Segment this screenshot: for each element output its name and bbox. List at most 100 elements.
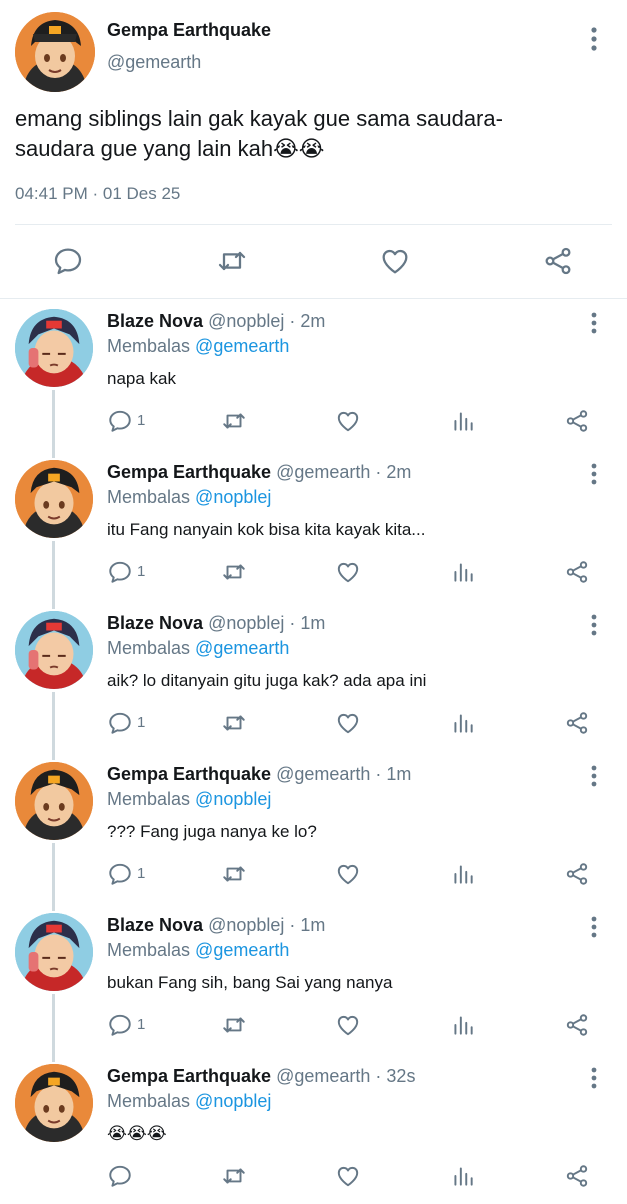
share-icon[interactable] [564,408,590,434]
reply-header: Gempa Earthquake @gemearth · 32s [107,1066,415,1087]
more-options-icon[interactable] [586,613,602,637]
reply-text: aik? lo ditanyain gitu juga kak? ada apa… [107,671,427,690]
reply-tweet[interactable]: Blaze Nova @nopblej · 1m Membalas @gemea… [0,903,627,1053]
retweet-icon[interactable] [221,861,247,887]
replying-mention[interactable]: @nopblej [195,1091,271,1111]
analytics-icon[interactable] [450,559,476,585]
reply-time[interactable]: · 2m [375,462,411,482]
like-icon[interactable] [335,1012,361,1038]
reply-text: bukan Fang sih, bang Sai yang nanya [107,973,393,992]
retweet-icon[interactable] [216,245,248,277]
replying-mention[interactable]: @nopblej [195,789,271,809]
replying-mention[interactable]: @gemearth [195,336,289,356]
comment-icon[interactable] [107,710,133,736]
reply-author-name[interactable]: Gempa Earthquake [107,764,271,784]
like-icon[interactable] [335,861,361,887]
comment-icon[interactable] [107,559,133,585]
share-icon[interactable] [564,1163,590,1189]
retweet-icon[interactable] [221,710,247,736]
avatar[interactable] [15,1064,93,1142]
avatar[interactable] [15,12,95,92]
reply-header: Gempa Earthquake @gemearth · 1m [107,764,411,785]
reply-author-name[interactable]: Blaze Nova [107,613,203,633]
like-icon[interactable] [335,710,361,736]
comment-icon[interactable] [107,1163,133,1189]
analytics-icon[interactable] [450,408,476,434]
replying-to: Membalas @gemearth [107,638,289,659]
replying-label: Membalas [107,1091,191,1111]
analytics-icon[interactable] [450,861,476,887]
replying-mention[interactable]: @gemearth [195,940,289,960]
comment-icon[interactable] [107,408,133,434]
replying-to: Membalas @gemearth [107,336,289,357]
reply-count: 1 [137,1016,146,1033]
reply-tweet[interactable]: Gempa Earthquake @gemearth · 2m Membalas… [0,450,627,600]
divider [15,224,612,225]
reply-author-handle[interactable]: @gemearth [276,1066,370,1086]
reply-time[interactable]: · 2m [289,311,325,331]
reply-author-name[interactable]: Gempa Earthquake [107,462,271,482]
reply-count: 1 [137,865,146,882]
share-icon[interactable] [542,245,574,277]
timestamp[interactable]: 04:41 PM · 01 Des 25 [15,184,180,204]
reply-author-handle[interactable]: @gemearth [276,764,370,784]
reply-author-handle[interactable]: @nopblej [208,613,284,633]
reply-text: itu Fang nanyain kok bisa kita kayak kit… [107,520,426,539]
reply-tweet[interactable]: Gempa Earthquake @gemearth · 32s Membala… [0,1054,627,1204]
reply-author-name[interactable]: Blaze Nova [107,915,203,935]
replying-mention[interactable]: @gemearth [195,638,289,658]
like-icon[interactable] [335,408,361,434]
reply-tweet[interactable]: Blaze Nova @nopblej · 1m Membalas @gemea… [0,601,627,751]
reply-author-name[interactable]: Blaze Nova [107,311,203,331]
avatar[interactable] [15,913,93,991]
author-name[interactable]: Gempa Earthquake [107,20,271,41]
reply-author-name[interactable]: Gempa Earthquake [107,1066,271,1086]
share-icon[interactable] [564,861,590,887]
reply-header: Blaze Nova @nopblej · 1m [107,915,325,936]
more-options-icon[interactable] [586,1066,602,1090]
replying-label: Membalas [107,638,191,658]
reply-time[interactable]: · 32s [375,1066,415,1086]
retweet-icon[interactable] [221,1012,247,1038]
comment-icon[interactable] [52,245,84,277]
avatar[interactable] [15,309,93,387]
reply-author-handle[interactable]: @nopblej [208,915,284,935]
analytics-icon[interactable] [450,710,476,736]
more-options-icon[interactable] [586,462,602,486]
share-icon[interactable] [564,710,590,736]
reply-tweet[interactable]: Blaze Nova @nopblej · 2m Membalas @gemea… [0,299,627,449]
reply-tweet[interactable]: Gempa Earthquake @gemearth · 1m Membalas… [0,752,627,902]
more-options-icon[interactable] [586,915,602,939]
more-options-icon[interactable] [586,311,602,335]
like-icon[interactable] [379,245,411,277]
reply-author-handle[interactable]: @nopblej [208,311,284,331]
comment-icon[interactable] [107,861,133,887]
replying-label: Membalas [107,789,191,809]
analytics-icon[interactable] [450,1163,476,1189]
avatar[interactable] [15,762,93,840]
retweet-icon[interactable] [221,559,247,585]
reply-time[interactable]: · 1m [289,613,325,633]
replying-to: Membalas @nopblej [107,1091,271,1112]
reply-header: Blaze Nova @nopblej · 1m [107,613,325,634]
replying-mention[interactable]: @nopblej [195,487,271,507]
replying-to: Membalas @nopblej [107,789,271,810]
share-icon[interactable] [564,1012,590,1038]
reply-author-handle[interactable]: @gemearth [276,462,370,482]
more-options-icon[interactable] [585,26,603,52]
retweet-icon[interactable] [221,1163,247,1189]
like-icon[interactable] [335,1163,361,1189]
more-options-icon[interactable] [586,764,602,788]
avatar[interactable] [15,611,93,689]
comment-icon[interactable] [107,1012,133,1038]
analytics-icon[interactable] [450,1012,476,1038]
author-handle[interactable]: @gemearth [107,52,201,73]
share-icon[interactable] [564,559,590,585]
reply-time[interactable]: · 1m [375,764,411,784]
retweet-icon[interactable] [221,408,247,434]
reply-time[interactable]: · 1m [289,915,325,935]
replying-label: Membalas [107,487,191,507]
avatar[interactable] [15,460,93,538]
tweet-text: emang siblings lain gak kayak gue sama s… [15,104,605,164]
like-icon[interactable] [335,559,361,585]
